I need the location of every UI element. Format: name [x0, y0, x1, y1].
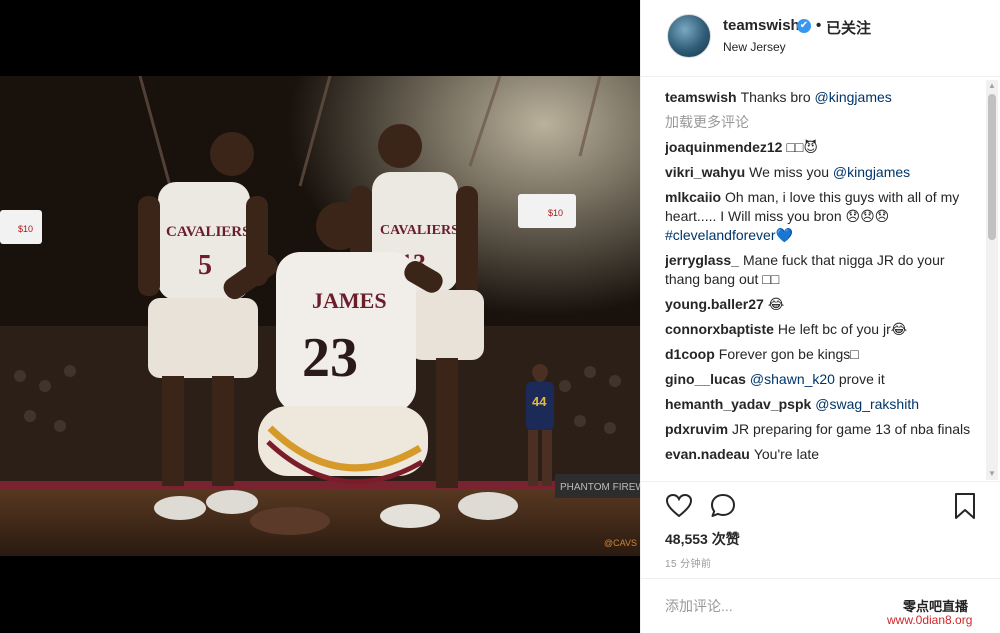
corner-tag: @CAVS: [604, 538, 637, 548]
caption: teamswish Thanks bro @kingjames: [665, 88, 981, 107]
caption-mention[interactable]: @kingjames: [815, 89, 892, 105]
post-timestamp[interactable]: 15 分钟前: [665, 555, 711, 570]
comment-text-tail: 💙: [775, 227, 793, 243]
avatar[interactable]: [667, 14, 711, 58]
post-photo[interactable]: PHANTOM FIREWORKS @CAVS $10 $10 44 CAVAL…: [0, 76, 640, 556]
comment-item: young.baller27 😂: [665, 295, 981, 314]
comment-username[interactable]: evan.nadeau: [665, 446, 750, 462]
header-username[interactable]: teamswish: [723, 17, 800, 34]
comment-item: d1coop Forever gon be kings□: [665, 345, 981, 364]
comment-username[interactable]: jerryglass_: [665, 252, 739, 268]
comment-text: You're late: [753, 446, 820, 462]
comment-item: gino__lucas @shawn_k20 prove it: [665, 370, 981, 389]
comment-username[interactable]: vikri_wahyu: [665, 164, 745, 180]
comment-item: hemanth_yadav_pspk @swag_rakshith: [665, 395, 981, 414]
comment-mention[interactable]: @swag_rakshith: [815, 396, 919, 412]
basketball-photo: PHANTOM FIREWORKS @CAVS $10 $10 44 CAVAL…: [0, 76, 640, 556]
comment-item: jerryglass_ Mane fuck that nigga JR do yo…: [665, 251, 981, 289]
caption-username[interactable]: teamswish: [665, 89, 737, 105]
jersey-right-name: CAVALIERS: [380, 223, 459, 238]
verified-badge-icon: ✔: [797, 19, 811, 33]
comment-text-tail: prove it: [834, 371, 885, 387]
comment-item: pdxruvim JR preparing for game 13 of nba …: [665, 420, 981, 439]
arena-sign-text: PHANTOM FIREWORKS: [560, 482, 640, 493]
comment-item: connorxbaptiste He left bc of you jr😂: [665, 320, 981, 339]
comment-text: He left bc of you jr😂: [777, 321, 908, 337]
comment-text: 😂: [767, 296, 785, 312]
jersey-left-number: 5: [198, 250, 212, 281]
action-bar: [641, 481, 1000, 529]
comment-text: We miss you: [749, 164, 833, 180]
comment-text: Forever gon be kings□: [718, 346, 859, 362]
comment-username[interactable]: gino__lucas: [665, 371, 746, 387]
comment-username[interactable]: connorxbaptiste: [665, 321, 774, 337]
comment-item: mlkcaiio Oh man, i love this guys with al…: [665, 188, 981, 245]
scroll-up-arrow-icon[interactable]: ▲: [986, 80, 998, 92]
opponent-number: 44: [532, 394, 547, 409]
watermark-url: www.0dian8.org: [887, 613, 973, 627]
like-count-number: 48,553: [665, 531, 708, 547]
comment-username[interactable]: joaquinmendez12: [665, 139, 782, 155]
jersey-center-name: JAMES: [312, 288, 387, 313]
jersey-center-number: 23: [302, 327, 358, 389]
comment-item: vikri_wahyu We miss you @kingjames: [665, 163, 981, 182]
comment-hashtag[interactable]: #clevelandforever: [665, 227, 776, 243]
ad-price-right: $10: [548, 208, 563, 218]
comment-username[interactable]: young.baller27: [665, 296, 764, 312]
comment-icon[interactable]: [709, 492, 737, 520]
scroll-down-arrow-icon[interactable]: ▼: [986, 468, 998, 480]
comment-item: joaquinmendez12 □□😈: [665, 138, 981, 157]
comment-username[interactable]: hemanth_yadav_pspk: [665, 396, 811, 412]
comment-text: □□😈: [786, 139, 818, 155]
scrollbar-thumb[interactable]: [988, 94, 996, 240]
load-more-comments[interactable]: 加载更多评论: [665, 113, 981, 132]
comment-mention[interactable]: @shawn_k20: [750, 371, 835, 387]
comment-item: evan.nadeau You're late: [665, 445, 981, 464]
follow-button[interactable]: 已关注: [826, 17, 871, 38]
post-header: teamswish ✔ • 已关注 New Jersey: [641, 0, 1000, 77]
like-count[interactable]: 48,553 次赞: [665, 529, 740, 549]
like-count-label: 次赞: [707, 531, 740, 547]
comment-username[interactable]: pdxruvim: [665, 421, 728, 437]
heart-icon[interactable]: [665, 492, 693, 520]
comment-scrollbar[interactable]: ▲ ▼: [986, 80, 998, 480]
bookmark-icon[interactable]: [951, 492, 979, 520]
post-media-panel: PHANTOM FIREWORKS @CAVS $10 $10 44 CAVAL…: [0, 0, 640, 633]
comment-text: JR preparing for game 13 of nba finals: [732, 421, 971, 437]
jersey-left-name: CAVALIERS: [166, 224, 251, 240]
ad-price-left: $10: [18, 224, 33, 234]
post-details-panel: teamswish ✔ • 已关注 New Jersey teamswish Th…: [640, 0, 1000, 633]
header-separator: •: [816, 17, 822, 34]
comment-list[interactable]: teamswish Thanks bro @kingjames 加载更多评论 jo…: [665, 88, 981, 481]
location-link[interactable]: New Jersey: [723, 40, 786, 54]
comment-mention[interactable]: @kingjames: [833, 164, 910, 180]
comment-username[interactable]: d1coop: [665, 346, 715, 362]
caption-text: Thanks bro: [740, 89, 815, 105]
comment-username[interactable]: mlkcaiio: [665, 189, 721, 205]
